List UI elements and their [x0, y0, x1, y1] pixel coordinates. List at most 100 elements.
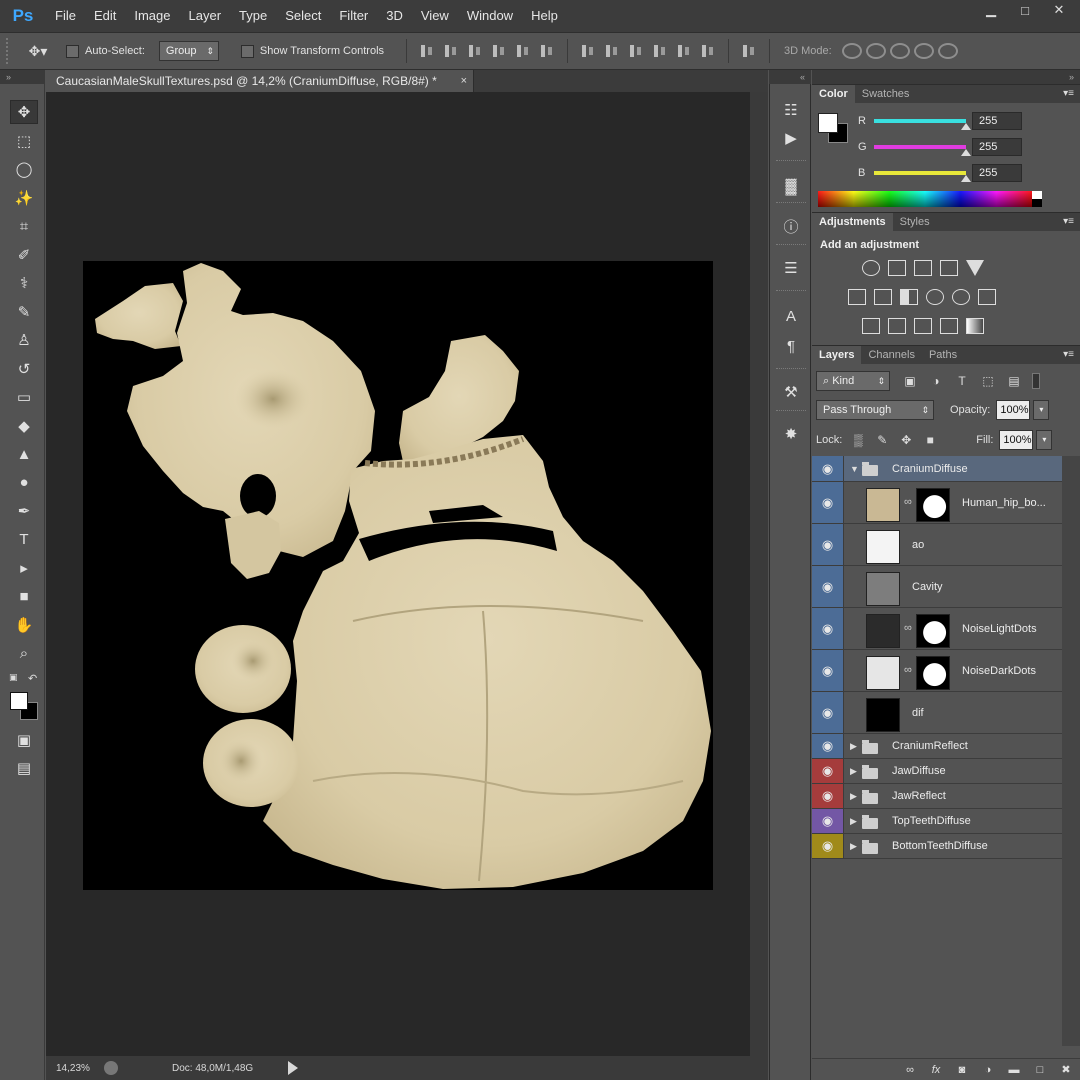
- auto-align-layers-icon[interactable]: [740, 43, 758, 59]
- blue-slider[interactable]: [874, 171, 971, 182]
- layer-row[interactable]: ◉ dif: [812, 692, 1062, 734]
- tool-preset-picker[interactable]: ✥▾: [18, 38, 58, 64]
- channel-mixer-icon[interactable]: [952, 289, 970, 305]
- dodge-tool-button[interactable]: ●: [10, 471, 38, 495]
- opacity-field[interactable]: 100%: [996, 400, 1031, 420]
- scale-3d-icon[interactable]: [937, 43, 958, 59]
- align-left-edges-icon[interactable]: [490, 43, 508, 59]
- layer-row[interactable]: ◉ ∞ Human_hip_bo...: [812, 482, 1062, 524]
- visibility-eye-icon[interactable]: ◉: [812, 734, 844, 758]
- zoom-level-field[interactable]: 14,23%: [46, 1063, 98, 1074]
- close-button[interactable]: ✕: [1042, 0, 1076, 20]
- eyedropper-tool-button[interactable]: ✐: [10, 243, 38, 267]
- black-white-ramp[interactable]: [1032, 191, 1042, 207]
- levels-icon[interactable]: [888, 260, 906, 276]
- layer-group-row[interactable]: ◉ ▼ CraniumDiffuse: [812, 456, 1062, 482]
- options-bar-grip[interactable]: [6, 38, 14, 64]
- slider-thumb[interactable]: [961, 149, 971, 156]
- align-vertical-centers-icon[interactable]: [442, 43, 460, 59]
- eraser-tool-button[interactable]: ▭: [10, 385, 38, 409]
- black-white-icon[interactable]: [900, 289, 918, 305]
- tab-layers[interactable]: Layers: [812, 346, 862, 364]
- status-info-icon[interactable]: [104, 1061, 118, 1075]
- filter-adjustment-icon[interactable]: ◑: [928, 373, 944, 389]
- visibility-eye-icon[interactable]: ◉: [812, 759, 844, 783]
- hue-saturation-icon[interactable]: [848, 289, 866, 305]
- green-slider[interactable]: [874, 145, 971, 156]
- link-layers-icon[interactable]: ∞: [902, 1063, 918, 1077]
- layer-mask-thumbnail[interactable]: [916, 614, 950, 648]
- align-right-edges-icon[interactable]: [538, 43, 556, 59]
- slider-thumb[interactable]: [961, 123, 971, 130]
- fill-field[interactable]: 100%: [999, 430, 1034, 450]
- blur-tool-button[interactable]: ▲: [10, 442, 38, 466]
- auto-select-checkbox[interactable]: [66, 44, 79, 58]
- layer-mask-thumbnail[interactable]: [916, 656, 950, 690]
- brush-tool-button[interactable]: ✎: [10, 300, 38, 324]
- lock-position-icon[interactable]: ✥: [898, 432, 914, 448]
- visibility-eye-icon[interactable]: ◉: [812, 692, 844, 733]
- color-balance-icon[interactable]: [874, 289, 892, 305]
- path-selection-tool-button[interactable]: ▸: [10, 556, 38, 580]
- history-panel-button[interactable]: ☷: [778, 98, 804, 122]
- document-tab[interactable]: CaucasianMaleSkullTextures.psd @ 14,2% (…: [46, 70, 474, 92]
- visibility-eye-icon[interactable]: ◉: [812, 834, 844, 858]
- layer-thumbnail[interactable]: [866, 614, 900, 648]
- document-workspace[interactable]: [46, 92, 750, 1056]
- healing-brush-tool-button[interactable]: ⚕: [10, 271, 38, 295]
- filter-shape-icon[interactable]: ⬚: [980, 373, 996, 389]
- panel-menu-icon[interactable]: ▾≡: [1063, 346, 1074, 364]
- menu-layer[interactable]: Layer: [180, 0, 231, 32]
- layers-scrollbar[interactable]: [1062, 456, 1080, 1046]
- foreground-color-swatch[interactable]: [10, 692, 28, 710]
- menu-file[interactable]: File: [46, 0, 85, 32]
- panel-menu-icon[interactable]: ▾≡: [1063, 85, 1074, 103]
- mask-link-icon[interactable]: ∞: [904, 496, 912, 508]
- collapsed-arrow-icon[interactable]: ▶: [850, 834, 857, 858]
- collapsed-arrow-icon[interactable]: ▶: [850, 734, 857, 758]
- 3d-panel-button[interactable]: ✸: [778, 422, 804, 446]
- new-layer-icon[interactable]: □: [1032, 1063, 1048, 1077]
- tool-presets-panel-button[interactable]: ⚒: [778, 380, 804, 404]
- tab-channels[interactable]: Channels: [861, 346, 921, 364]
- menu-view[interactable]: View: [412, 0, 458, 32]
- opacity-dropdown[interactable]: ▾: [1033, 400, 1050, 420]
- fill-dropdown[interactable]: ▾: [1036, 430, 1053, 450]
- distribute-vertical-centers-icon[interactable]: [603, 43, 621, 59]
- lock-all-icon[interactable]: ■: [922, 432, 938, 448]
- menu-filter[interactable]: Filter: [330, 0, 377, 32]
- expanded-arrow-icon[interactable]: ▼: [850, 456, 859, 481]
- filter-kind-dropdown[interactable]: ⌕ Kind: [816, 371, 890, 391]
- layer-group-row[interactable]: ◉ ▶ JawDiffuse: [812, 759, 1062, 784]
- layer-thumbnail[interactable]: [866, 698, 900, 732]
- drag-3d-icon[interactable]: [889, 43, 910, 59]
- gradient-map-icon[interactable]: [966, 318, 984, 334]
- layer-row[interactable]: ◉ Cavity: [812, 566, 1062, 608]
- visibility-eye-icon[interactable]: ◉: [812, 456, 844, 481]
- layer-mask-thumbnail[interactable]: [916, 488, 950, 522]
- document-canvas[interactable]: [83, 261, 713, 890]
- collapsed-arrow-icon[interactable]: ▶: [850, 809, 857, 833]
- filter-type-icon[interactable]: T: [954, 373, 970, 389]
- collapsed-arrow-icon[interactable]: ▶: [850, 759, 857, 783]
- type-tool-button[interactable]: T: [10, 528, 38, 552]
- maximize-button[interactable]: □: [1008, 0, 1042, 20]
- pen-tool-button[interactable]: ✒: [10, 499, 38, 523]
- layer-row[interactable]: ◉ ∞ NoiseDarkDots: [812, 650, 1062, 692]
- brightness-contrast-icon[interactable]: [862, 260, 880, 276]
- layer-thumbnail[interactable]: [866, 530, 900, 564]
- align-horizontal-centers-icon[interactable]: [514, 43, 532, 59]
- align-top-edges-icon[interactable]: [418, 43, 436, 59]
- auto-select-target-dropdown[interactable]: Group: [158, 41, 219, 61]
- default-colors-icon[interactable]: ▣: [9, 672, 18, 683]
- close-document-icon[interactable]: ×: [461, 70, 467, 92]
- status-menu-arrow-icon[interactable]: [288, 1061, 298, 1075]
- magic-wand-tool-button[interactable]: ✨: [10, 186, 38, 210]
- tab-paths[interactable]: Paths: [922, 346, 964, 364]
- properties-panel-button[interactable]: ☰: [778, 256, 804, 280]
- mask-link-icon[interactable]: ∞: [904, 622, 912, 634]
- lasso-tool-button[interactable]: ◯: [10, 157, 38, 181]
- distribute-right-edges-icon[interactable]: [699, 43, 717, 59]
- dock-collapse[interactable]: «: [769, 70, 811, 84]
- tab-adjustments[interactable]: Adjustments: [812, 213, 893, 231]
